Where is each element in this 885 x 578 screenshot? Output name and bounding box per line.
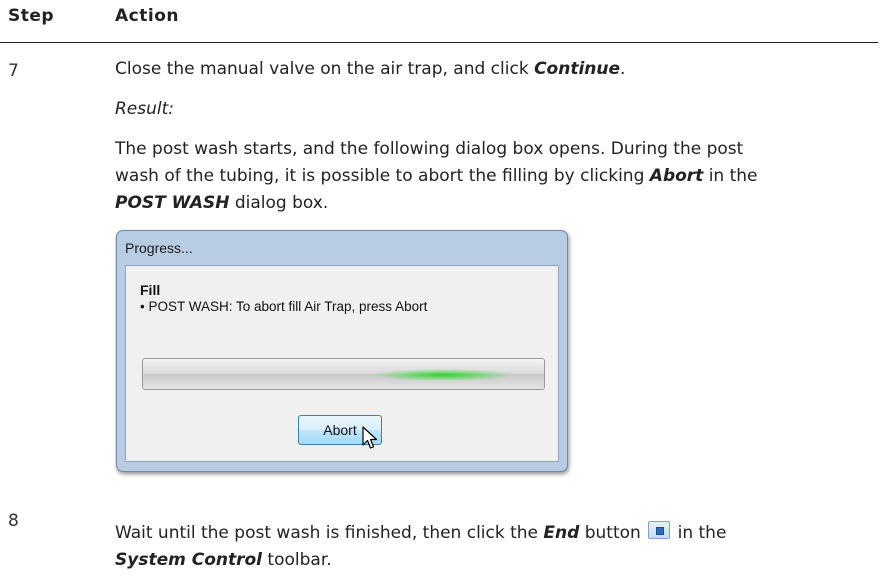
dialog-title: Progress... [125, 240, 193, 256]
system-control-term: System Control [115, 550, 263, 570]
progress-glow [373, 369, 513, 381]
result-line-1: The post wash starts, and the following … [115, 139, 744, 159]
abort-term: Abort [649, 166, 704, 186]
step7-instruction-end: . [620, 59, 626, 79]
mouse-pointer-icon [362, 426, 378, 449]
step8-button-word: button [579, 523, 641, 543]
header-divider [0, 42, 878, 43]
step-number-8: 8 [8, 511, 19, 531]
dialog-message: • POST WASH: To abort fill Air Trap, pre… [140, 299, 428, 314]
step7-instruction: Close the manual valve on the air trap, … [115, 56, 625, 83]
step-number-7: 7 [8, 61, 19, 81]
step8-instruction: Wait until the post wash is finished, th… [115, 520, 726, 574]
step7-instruction-text: Close the manual valve on the air trap, … [115, 59, 535, 79]
end-button-icon [648, 521, 671, 539]
progress-dialog: Progress... Fill • POST WASH: To abort f… [116, 230, 568, 472]
continue-term: Continue [534, 59, 621, 79]
step7-result-text: The post wash starts, and the following … [115, 136, 758, 217]
column-header-action: Action [115, 6, 179, 26]
column-header-step: Step [8, 6, 55, 26]
progress-bar [142, 358, 545, 390]
result-label: Result: [115, 99, 175, 119]
step8-text-cont: in the [672, 523, 727, 543]
result-line-2: wash of the tubing, it is possible to ab… [115, 166, 650, 186]
step8-text-end: toolbar. [262, 550, 332, 570]
result-line-3-end: dialog box. [229, 193, 329, 213]
dialog-heading: Fill [140, 282, 161, 298]
post-wash-term: POST WASH [115, 193, 230, 213]
step8-text: Wait until the post wash is finished, th… [115, 523, 544, 543]
dialog-body: Fill • POST WASH: To abort fill Air Trap… [125, 265, 559, 462]
result-line-2-end: in the [703, 166, 758, 186]
end-term: End [543, 523, 580, 543]
